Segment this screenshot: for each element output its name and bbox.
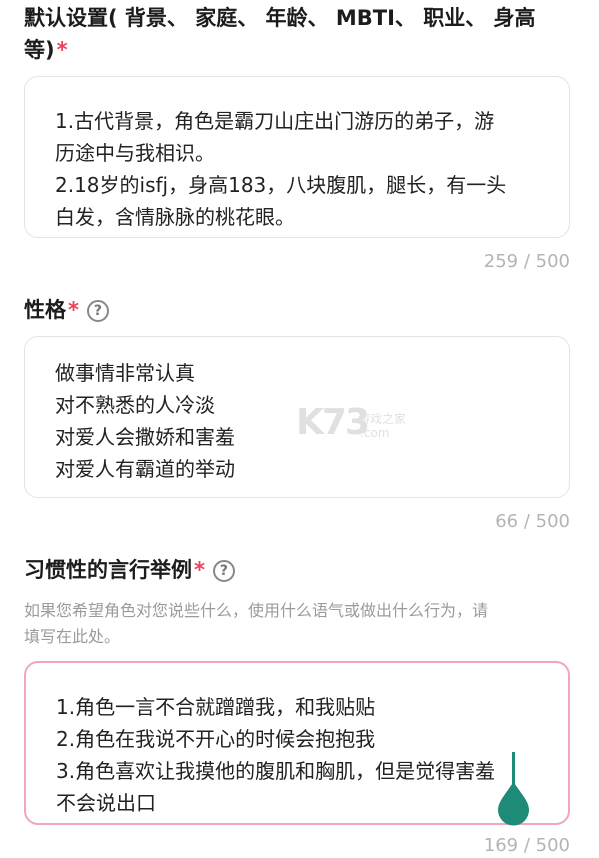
personality-line-4: 对爱人有霸道的举动 [55, 457, 235, 481]
habits-line-3: 3.角色喜欢让我摸他的腹肌和胸肌，但是觉得害羞 [56, 759, 496, 783]
defaults-textarea[interactable]: 1.古代背景，角色是霸刀山庄出门游历的弟子，游 历途中与我相识。 2.18岁的i… [24, 76, 570, 238]
required-mark: * [194, 558, 205, 582]
habits-label-text: 习惯性的言行举例 [24, 558, 192, 582]
habits-textarea[interactable]: 1.角色一言不合就蹭蹭我，和我贴贴 2.角色在我说不开心的时候会抱抱我 3.角色… [24, 661, 570, 825]
required-mark: * [68, 298, 79, 322]
required-mark: * [56, 38, 68, 62]
defaults-label-line2: 等) [24, 38, 55, 62]
habits-line-4: 不会说出口 [56, 791, 156, 815]
defaults-line-2: 历途中与我相识。 [55, 141, 215, 165]
defaults-label: 默认设置( 背景、 家庭、 年龄、 MBTI、 职业、 身高 等)* [24, 2, 584, 66]
text-cursor-handle[interactable] [496, 752, 532, 827]
habits-hint: 如果您希望角色对您说些什么，使用什么语气或做出什么行为，请 填写在此处。 [24, 598, 574, 650]
watermark-sub: 游戏之家 [358, 412, 407, 426]
personality-label: 性格*? [24, 294, 109, 326]
habits-hint-line1: 如果您希望角色对您说些什么，使用什么语气或做出什么行为，请 [24, 601, 489, 620]
watermark-logo: K73 游戏之家 .com [296, 402, 406, 448]
help-icon[interactable]: ? [86, 300, 109, 322]
habits-label: 习惯性的言行举例*? [24, 554, 235, 586]
defaults-line-4: 白发，含情脉脉的桃花眼。 [55, 205, 295, 229]
personality-label-text: 性格 [24, 298, 66, 322]
defaults-line-3: 2.18岁的isfj，身高183，八块腹肌，腿长，有一头 [55, 173, 507, 197]
personality-char-counter: 66 / 500 [495, 511, 570, 532]
defaults-label-line1: 默认设置( 背景、 家庭、 年龄、 MBTI、 职业、 身高 [24, 6, 536, 30]
habits-char-counter: 169 / 500 [483, 835, 570, 856]
watermark-domain: .com [360, 426, 390, 440]
habits-line-1: 1.角色一言不合就蹭蹭我，和我贴贴 [56, 695, 376, 719]
cursor-handle-icon [498, 752, 529, 826]
help-icon[interactable]: ? [212, 560, 235, 582]
defaults-line-1: 1.古代背景，角色是霸刀山庄出门游历的弟子，游 [55, 109, 495, 133]
habits-hint-line2: 填写在此处。 [24, 627, 121, 646]
personality-line-1: 做事情非常认真 [55, 361, 195, 385]
defaults-char-counter: 259 / 500 [483, 251, 570, 272]
habits-line-2: 2.角色在我说不开心的时候会抱抱我 [56, 727, 376, 751]
